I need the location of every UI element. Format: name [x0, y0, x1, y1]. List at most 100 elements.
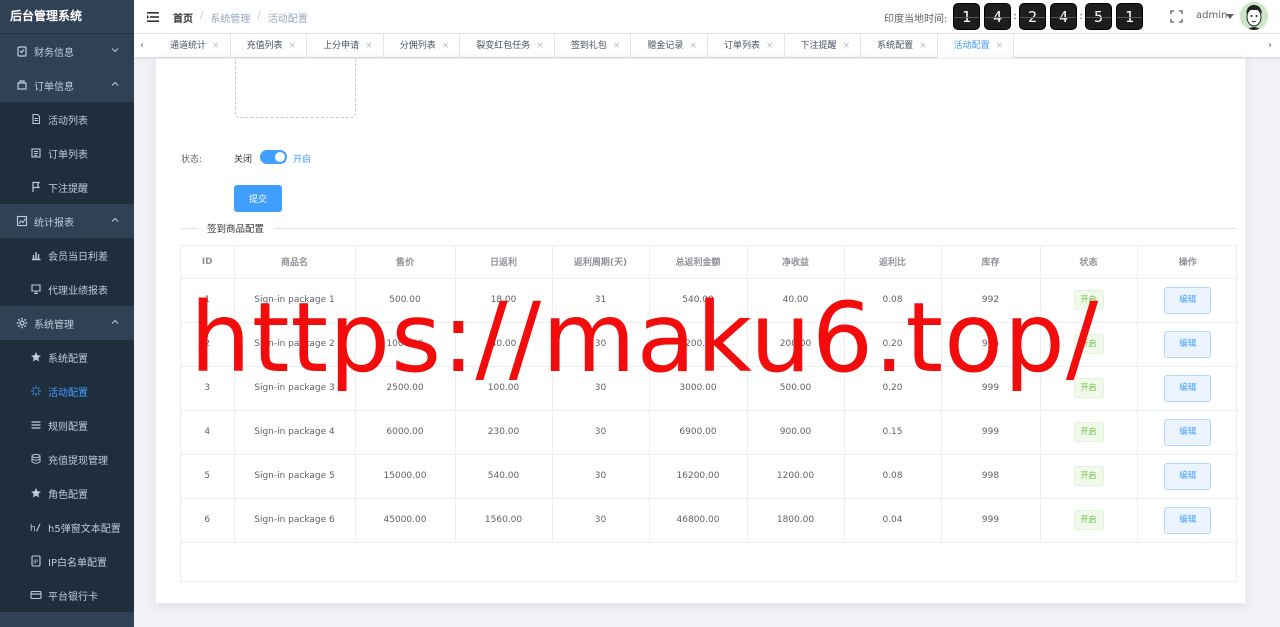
submit-button[interactable]: 提交	[234, 185, 282, 212]
status-badge: 开启	[1073, 466, 1104, 486]
table-cell: 编辑	[1137, 454, 1238, 499]
caret-down-icon[interactable]	[1226, 14, 1234, 19]
tab-label: 上分申请	[323, 41, 360, 51]
table-cell: 编辑	[1137, 366, 1238, 411]
column-header: 返利比	[844, 246, 942, 279]
close-icon[interactable]: ×	[212, 41, 220, 51]
edit-button[interactable]: 编辑	[1164, 506, 1212, 534]
sidebar-group-5[interactable]: 统计报表	[0, 204, 134, 238]
tab-label: 裂变红包任务	[476, 41, 531, 51]
sidebar-item-14[interactable]: h h5弹窗文本配置	[0, 510, 134, 544]
chevron-down-icon	[111, 48, 119, 53]
edit-button[interactable]: 编辑	[1164, 374, 1212, 402]
sidebar-item-6[interactable]: 会员当日利差	[0, 238, 134, 272]
sidebar-item-2[interactable]: 活动列表	[0, 102, 134, 136]
local-time-label: 印度当地时间:	[884, 14, 948, 25]
breadcrumb: 首页 / 系统管理 / 活动配置	[173, 10, 308, 25]
sidebar-item-13[interactable]: 角色配置	[0, 476, 134, 510]
sidebar-group-1[interactable]: 订单信息	[0, 68, 134, 102]
sidebar-group-8[interactable]: 系统管理	[0, 306, 134, 340]
chevron-up-icon	[111, 319, 119, 324]
avatar[interactable]	[1240, 2, 1268, 30]
status-switch[interactable]	[260, 150, 287, 164]
table-cell: 46800.00	[649, 498, 748, 543]
fullscreen-icon[interactable]	[1170, 10, 1183, 23]
sidebar-item-15[interactable]: IP IP白名单配置	[0, 544, 134, 578]
sidebar-item-16[interactable]: 平台银行卡	[0, 578, 134, 612]
sidebar-item-label: 活动配置	[48, 387, 88, 399]
table-row: 4 Sign-in package 4 6000.00 230.00 30 6900.00…	[181, 410, 1238, 455]
close-icon[interactable]: ×	[442, 41, 450, 51]
edit-button[interactable]: 编辑	[1164, 286, 1212, 314]
sidebar-item-7[interactable]: 代理业绩报表	[0, 272, 134, 306]
hamburger-icon[interactable]	[146, 10, 160, 24]
svg-text:IP: IP	[33, 560, 39, 566]
table-row: 2 Sign-in package 2 1000.00 40.00 30 1200.00 2…	[181, 322, 1238, 367]
table-cell: 6	[181, 498, 235, 543]
tab-6[interactable]: 赠金记录 ×	[631, 34, 708, 58]
column-header: 返利周期(天)	[552, 246, 650, 279]
tab-1[interactable]: 充值列表 ×	[231, 34, 308, 58]
close-icon[interactable]: ×	[365, 41, 373, 51]
switch-on-label: 开启	[293, 155, 312, 165]
close-icon[interactable]: ×	[843, 41, 851, 51]
close-icon[interactable]: ×	[289, 41, 297, 51]
image-upload-box[interactable]	[235, 59, 356, 118]
table-cell: 40.00	[455, 322, 553, 367]
column-header: 总返利金额	[649, 246, 748, 279]
table-cell: 0.08	[844, 454, 942, 499]
sidebar-item-10[interactable]: 活动配置	[0, 374, 134, 408]
tab-5[interactable]: 签到礼包 ×	[555, 34, 632, 58]
table-cell: 540.00	[455, 454, 553, 499]
edit-button[interactable]: 编辑	[1164, 418, 1212, 446]
sidebar-group-0[interactable]: 财务信息	[0, 34, 134, 68]
tab-3[interactable]: 分佣列表 ×	[384, 34, 461, 58]
table-cell: 编辑	[1137, 410, 1238, 455]
close-icon[interactable]: ×	[919, 41, 927, 51]
table-body: 1 Sign-in package 1 500.00 18.00 31 540.00 40.…	[181, 278, 1238, 543]
close-icon[interactable]: ×	[536, 41, 544, 51]
breadcrumb-separator: /	[257, 10, 261, 21]
tabs-scroll-right-icon[interactable]: ›	[1264, 38, 1276, 54]
text-icon: h	[30, 521, 42, 533]
sidebar-item-label: 财务信息	[34, 47, 74, 59]
edit-button[interactable]: 编辑	[1164, 330, 1212, 358]
tabs-scroll-left-icon[interactable]: ‹	[136, 38, 148, 54]
flip-clock: 1 4 : 2 4 : 5 1	[951, 3, 1145, 30]
column-header: 库存	[941, 246, 1041, 279]
table-cell: 3000.00	[649, 366, 748, 411]
tab-2[interactable]: 上分申请 ×	[307, 34, 384, 58]
column-header: 日返利	[455, 246, 553, 279]
switch-off-label: 关闭	[234, 155, 253, 165]
breadcrumb-home[interactable]: 首页	[173, 10, 193, 25]
tab-9[interactable]: 系统配置 ×	[861, 34, 938, 58]
sidebar-item-11[interactable]: 规则配置	[0, 408, 134, 442]
breadcrumb-system: 系统管理	[210, 14, 251, 25]
star-icon	[30, 351, 42, 363]
sidebar-item-9[interactable]: 系统配置	[0, 340, 134, 374]
tab-4[interactable]: 裂变红包任务 ×	[460, 34, 555, 58]
close-icon[interactable]: ×	[996, 41, 1004, 51]
close-icon[interactable]: ×	[613, 41, 621, 51]
tab-8[interactable]: 下注提醒 ×	[785, 34, 862, 58]
close-icon[interactable]: ×	[766, 41, 774, 51]
finance-icon	[16, 45, 28, 57]
table-cell: 998	[941, 454, 1041, 499]
table-cell: 0.20	[844, 366, 942, 411]
sidebar-item-3[interactable]: 订单列表	[0, 136, 134, 170]
close-icon[interactable]: ×	[689, 41, 697, 51]
sidebar-item-12[interactable]: 充值提现管理	[0, 442, 134, 476]
edit-button[interactable]: 编辑	[1164, 462, 1212, 490]
tab-0[interactable]: 通道统计 ×	[154, 34, 231, 58]
table-cell: Sign-in package 5	[234, 454, 356, 499]
tab-7[interactable]: 订单列表 ×	[708, 34, 785, 58]
table-cell: 0.20	[844, 322, 942, 367]
sidebar: 后台管理系统 财务信息 订单信息 活动列表 订单列表 下注提醒 统计报表 会员当日利差 代理业…	[0, 0, 134, 627]
sidebar-item-4[interactable]: 下注提醒	[0, 170, 134, 204]
table-cell: 1200.00	[747, 454, 845, 499]
tab-10[interactable]: 活动配置 ×	[937, 34, 1015, 58]
section-title: 签到商品配置	[197, 221, 275, 235]
column-header: 状态	[1040, 246, 1138, 279]
user-name[interactable]: admin	[1196, 10, 1227, 21]
table-cell: 编辑	[1137, 278, 1238, 323]
